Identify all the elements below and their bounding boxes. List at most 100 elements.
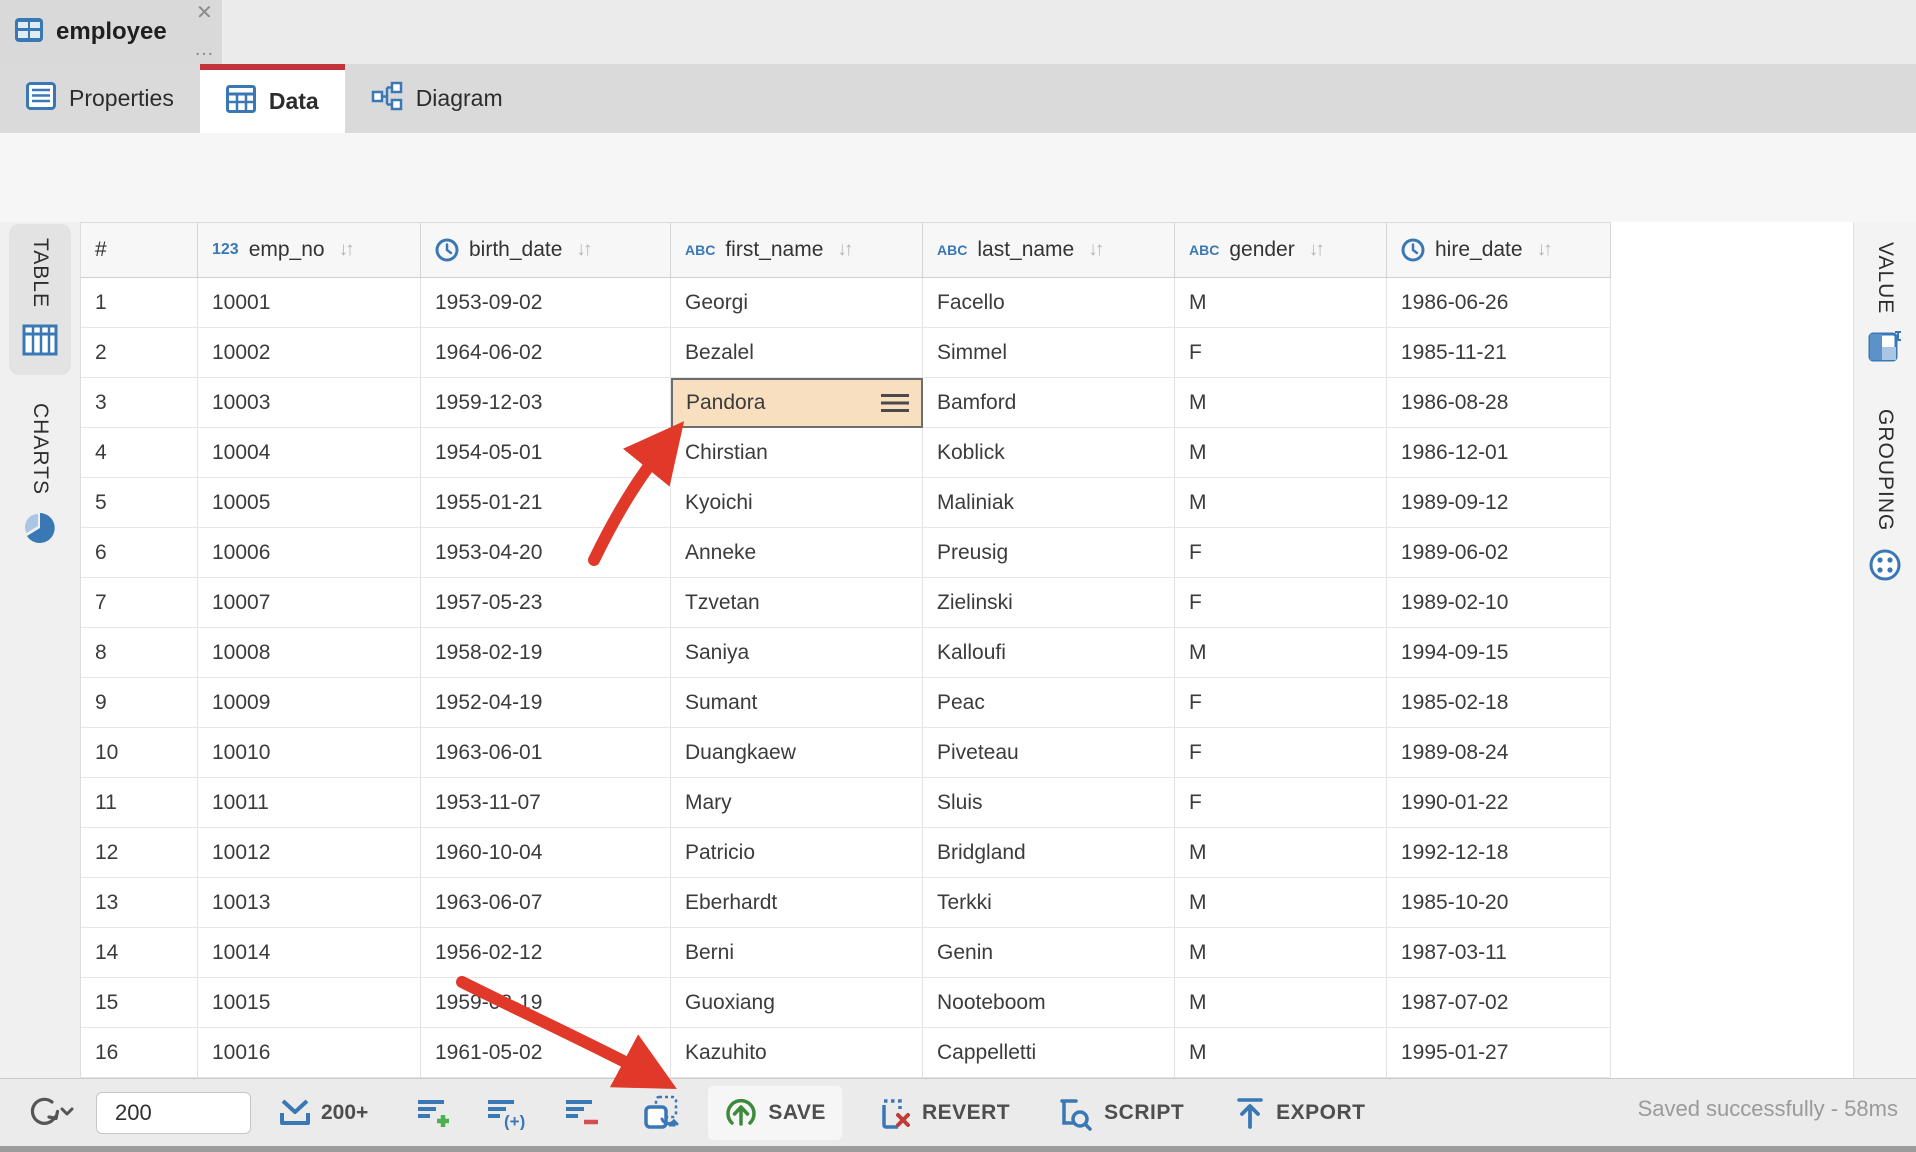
table-cell[interactable]: Bezalel [671,328,923,378]
table-cell[interactable]: 1960-10-04 [421,828,671,878]
table-cell[interactable]: Zielinski [923,578,1175,628]
table-cell[interactable]: F [1175,328,1387,378]
table-cell[interactable]: 10008 [198,628,421,678]
table-cell[interactable]: 1963-06-07 [421,878,671,928]
table-cell[interactable]: Patricio [671,828,923,878]
table-cell[interactable]: M [1175,1028,1387,1078]
table-cell[interactable]: Peac [923,678,1175,728]
table-cell[interactable]: M [1175,478,1387,528]
sort-icon[interactable]: ↓↑ [837,239,850,261]
add-row-button[interactable] [416,1096,452,1130]
table-cell[interactable]: Kalloufi [923,628,1175,678]
table-cell[interactable]: 1958-02-19 [421,628,671,678]
table-cell[interactable]: 10015 [198,978,421,1028]
row-number-cell[interactable]: 9 [81,678,198,728]
table-cell[interactable]: Piveteau [923,728,1175,778]
table-cell[interactable]: M [1175,978,1387,1028]
table-cell[interactable]: Genin [923,928,1175,978]
refresh-cell-value-button[interactable] [642,1095,682,1131]
table-cell[interactable]: 1955-01-21 [421,478,671,528]
table-cell[interactable]: Duangkaew [671,728,923,778]
table-cell[interactable]: Guoxiang [671,978,923,1028]
delete-row-button[interactable] [564,1096,600,1130]
row-number-cell[interactable]: 15 [81,978,198,1028]
column-header-emp_no[interactable]: 123emp_no↓↑ [198,223,421,277]
table-cell[interactable]: 10007 [198,578,421,628]
duplicate-row-button[interactable]: (+) [486,1096,530,1130]
table-cell[interactable]: Cappelletti [923,1028,1175,1078]
table-cell[interactable]: 1985-10-20 [1387,878,1611,928]
row-number-cell[interactable]: 11 [81,778,198,828]
table-cell[interactable]: F [1175,678,1387,728]
table-cell[interactable]: Facello [923,278,1175,328]
sort-icon[interactable]: ↓↑ [1537,239,1550,261]
table-cell[interactable]: 10009 [198,678,421,728]
table-cell[interactable]: 10014 [198,928,421,978]
row-number-cell[interactable]: 3 [81,378,198,428]
table-cell[interactable]: 1986-08-28 [1387,378,1611,428]
table-cell[interactable]: 1989-08-24 [1387,728,1611,778]
table-cell[interactable]: 1987-07-02 [1387,978,1611,1028]
table-cell[interactable]: 1959-08-19 [421,978,671,1028]
row-number-cell[interactable]: 10 [81,728,198,778]
table-cell[interactable]: 1994-09-15 [1387,628,1611,678]
table-cell[interactable]: M [1175,628,1387,678]
row-number-cell[interactable]: 16 [81,1028,198,1078]
table-cell[interactable]: 1952-04-19 [421,678,671,728]
rail-item-value[interactable]: VALUE [1854,228,1916,381]
row-number-cell[interactable]: 1 [81,278,198,328]
sort-icon[interactable]: ↓↑ [576,239,589,261]
fetch-next-page-button[interactable]: 200+ [277,1095,368,1131]
row-number-cell[interactable]: 14 [81,928,198,978]
table-cell[interactable]: 10005 [198,478,421,528]
table-cell[interactable]: F [1175,578,1387,628]
editor-tab-employee[interactable]: employee [0,0,222,64]
column-header-hire_date[interactable]: hire_date↓↑ [1387,223,1611,277]
table-cell[interactable]: 10004 [198,428,421,478]
table-cell[interactable]: 1989-09-12 [1387,478,1611,528]
table-cell[interactable]: Chirstian [671,428,923,478]
table-cell[interactable]: 1964-06-02 [421,328,671,378]
table-cell[interactable]: 1992-12-18 [1387,828,1611,878]
table-cell[interactable]: F [1175,528,1387,578]
column-header-birth_date[interactable]: birth_date↓↑ [421,223,671,277]
rail-item-charts[interactable]: CHARTS [9,389,71,564]
save-button[interactable]: SAVE [708,1086,842,1140]
row-number-cell[interactable]: 2 [81,328,198,378]
table-cell[interactable]: 1985-11-21 [1387,328,1611,378]
export-button[interactable]: EXPORT [1234,1095,1365,1131]
table-cell[interactable]: Eberhardt [671,878,923,928]
table-cell[interactable]: 1990-01-22 [1387,778,1611,828]
selected-cell[interactable]: Pandora [671,378,923,428]
revert-button[interactable]: REVERT [876,1095,1010,1131]
refresh-button[interactable] [22,1094,74,1132]
table-cell[interactable]: M [1175,878,1387,928]
table-cell[interactable]: Maliniak [923,478,1175,528]
rail-item-table[interactable]: TABLE [9,224,71,375]
table-cell[interactable]: 10012 [198,828,421,878]
table-cell[interactable]: M [1175,278,1387,328]
table-cell[interactable]: 1986-06-26 [1387,278,1611,328]
table-cell[interactable]: Bridgland [923,828,1175,878]
table-cell[interactable]: 1989-02-10 [1387,578,1611,628]
table-cell[interactable]: Sumant [671,678,923,728]
table-cell[interactable]: 1953-04-20 [421,528,671,578]
table-cell[interactable]: Preusig [923,528,1175,578]
table-cell[interactable]: 10010 [198,728,421,778]
row-number-cell[interactable]: 8 [81,628,198,678]
table-cell[interactable]: 1956-02-12 [421,928,671,978]
row-limit-input[interactable] [96,1092,251,1134]
table-cell[interactable]: 1995-01-27 [1387,1028,1611,1078]
table-cell[interactable]: 1985-02-18 [1387,678,1611,728]
table-cell[interactable]: M [1175,928,1387,978]
sort-icon[interactable]: ↓↑ [1309,239,1322,261]
table-cell[interactable]: 1989-06-02 [1387,528,1611,578]
table-cell[interactable]: Saniya [671,628,923,678]
table-cell[interactable]: M [1175,428,1387,478]
table-cell[interactable]: 1961-05-02 [421,1028,671,1078]
table-cell[interactable]: 1963-06-01 [421,728,671,778]
more-options-icon[interactable]: … [194,38,215,61]
table-cell[interactable]: F [1175,778,1387,828]
table-cell[interactable]: 10011 [198,778,421,828]
table-cell[interactable]: Georgi [671,278,923,328]
